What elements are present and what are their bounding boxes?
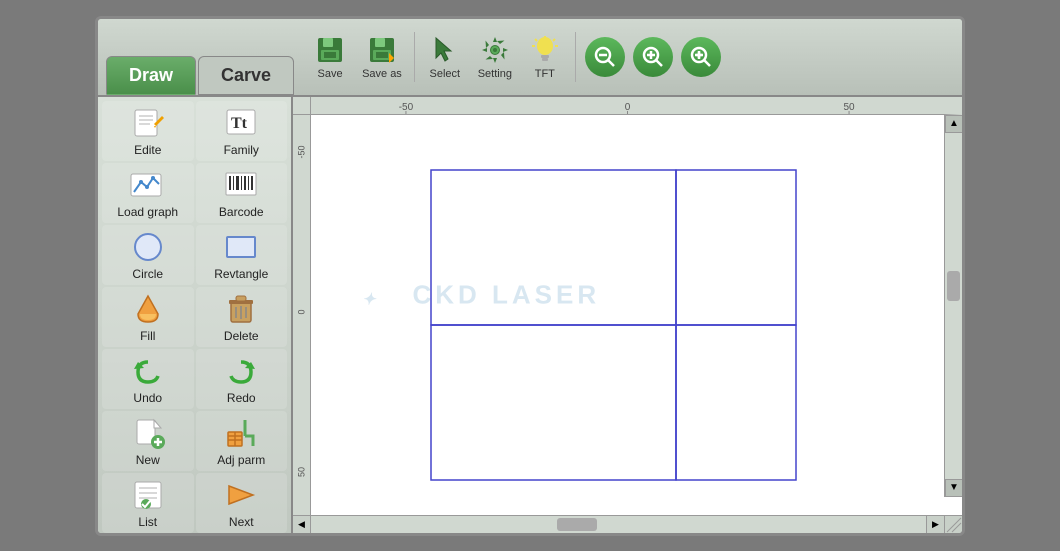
scrollbar-horizontal[interactable] bbox=[311, 515, 926, 533]
setting-label: Setting bbox=[478, 68, 512, 80]
tft-label: TFT bbox=[535, 68, 555, 80]
sidebar-item-list[interactable]: List bbox=[102, 473, 194, 533]
redo-label: Redo bbox=[227, 391, 256, 405]
setting-button[interactable]: Setting bbox=[471, 30, 519, 84]
sidebar-item-fill[interactable]: Fill bbox=[102, 287, 194, 347]
sidebar-item-revtangle[interactable]: Revtangle bbox=[196, 225, 288, 285]
fill-icon bbox=[128, 291, 168, 327]
family-label: Family bbox=[224, 143, 259, 157]
sidebar-item-new[interactable]: New bbox=[102, 411, 194, 471]
save-label: Save bbox=[318, 68, 343, 80]
save-as-label: Save as bbox=[362, 68, 402, 80]
zoom-in-button[interactable] bbox=[681, 37, 721, 77]
revtangle-label: Revtangle bbox=[214, 267, 268, 281]
select-button[interactable]: Select bbox=[421, 30, 469, 84]
zoom-out-button[interactable] bbox=[585, 37, 625, 77]
sidebar-row-6: List Next bbox=[102, 473, 287, 533]
scroll-up-arrow[interactable]: ▲ bbox=[945, 115, 962, 133]
app-window: Draw Carve Save bbox=[95, 16, 965, 536]
adj-parm-label: Adj parm bbox=[217, 453, 265, 467]
tab-draw[interactable]: Draw bbox=[106, 56, 196, 95]
edite-icon bbox=[128, 105, 168, 141]
zoom-fit-button[interactable] bbox=[633, 37, 673, 77]
sidebar-item-delete[interactable]: Delete bbox=[196, 287, 288, 347]
toolbar: Draw Carve Save bbox=[98, 19, 962, 97]
ruler-top: -50 0 50 bbox=[311, 97, 962, 115]
scroll-thumb-vertical[interactable] bbox=[947, 271, 960, 301]
sidebar-item-redo[interactable]: Redo bbox=[196, 349, 288, 409]
save-icon bbox=[314, 34, 346, 66]
scroll-track-vertical bbox=[945, 133, 962, 479]
tft-button[interactable]: TFT bbox=[521, 30, 569, 84]
divider-2 bbox=[575, 32, 576, 82]
drawing-canvas[interactable]: ✦ CKD LASER bbox=[311, 115, 962, 515]
corner-resize bbox=[944, 515, 962, 533]
sidebar-row-1: Load graph bbox=[102, 163, 287, 223]
gear-icon bbox=[479, 34, 511, 66]
undo-label: Undo bbox=[133, 391, 162, 405]
scroll-left-arrow[interactable]: ◀ bbox=[293, 515, 311, 533]
sidebar: Edite Tt Family bbox=[98, 97, 293, 533]
zoom-in-icon bbox=[690, 46, 712, 68]
new-icon bbox=[128, 415, 168, 451]
sidebar-item-barcode[interactable]: Barcode bbox=[196, 163, 288, 223]
next-icon bbox=[221, 477, 261, 513]
circle-icon bbox=[128, 229, 168, 265]
delete-icon bbox=[221, 291, 261, 327]
ruler-left: -50 0 50 bbox=[293, 115, 311, 515]
scroll-right-arrow[interactable]: ▶ bbox=[926, 515, 944, 533]
barcode-label: Barcode bbox=[219, 205, 264, 219]
next-label: Next bbox=[229, 515, 254, 529]
new-label: New bbox=[136, 453, 160, 467]
select-icon bbox=[429, 34, 461, 66]
sidebar-item-adj-parm[interactable]: Adj parm bbox=[196, 411, 288, 471]
scrollbar-vertical[interactable]: ▲ ▼ bbox=[944, 115, 962, 497]
bulb-icon bbox=[529, 34, 561, 66]
drawing-svg bbox=[311, 115, 962, 515]
adj-parm-icon bbox=[221, 415, 261, 451]
list-icon bbox=[128, 477, 168, 513]
revtangle-icon bbox=[221, 229, 261, 265]
save-button[interactable]: Save bbox=[306, 30, 354, 84]
sidebar-row-5: New Adj parm bbox=[102, 411, 287, 471]
zoom-fit-icon bbox=[642, 46, 664, 68]
sidebar-row-4: Undo Redo bbox=[102, 349, 287, 409]
sidebar-row-3: Fill Delete bbox=[102, 287, 287, 347]
sidebar-row-2: Circle Revtangle bbox=[102, 225, 287, 285]
save-as-icon bbox=[366, 34, 398, 66]
sidebar-item-load-graph[interactable]: Load graph bbox=[102, 163, 194, 223]
tab-group: Draw Carve bbox=[98, 19, 300, 95]
load-graph-label: Load graph bbox=[117, 205, 178, 219]
barcode-icon bbox=[221, 167, 261, 203]
select-label: Select bbox=[430, 68, 461, 80]
sidebar-item-edite[interactable]: Edite bbox=[102, 101, 194, 161]
scroll-thumb-horizontal[interactable] bbox=[557, 518, 597, 531]
delete-label: Delete bbox=[224, 329, 259, 343]
sidebar-item-circle[interactable]: Circle bbox=[102, 225, 194, 285]
undo-icon bbox=[128, 353, 168, 389]
main-content: Edite Tt Family bbox=[98, 97, 962, 533]
save-as-button[interactable]: Save as bbox=[356, 30, 408, 84]
family-icon: Tt bbox=[221, 105, 261, 141]
zoom-out-icon bbox=[594, 46, 616, 68]
divider-1 bbox=[414, 32, 415, 82]
fill-label: Fill bbox=[140, 329, 155, 343]
canvas-area: -50 0 50 -50 bbox=[293, 97, 962, 533]
edite-label: Edite bbox=[134, 143, 161, 157]
redo-icon bbox=[221, 353, 261, 389]
sidebar-item-undo[interactable]: Undo bbox=[102, 349, 194, 409]
sidebar-row-0: Edite Tt Family bbox=[102, 101, 287, 161]
sidebar-item-family[interactable]: Tt Family bbox=[196, 101, 288, 161]
svg-text:Tt: Tt bbox=[231, 115, 248, 132]
circle-label: Circle bbox=[132, 267, 163, 281]
scroll-down-arrow[interactable]: ▼ bbox=[945, 479, 962, 497]
tab-carve[interactable]: Carve bbox=[198, 56, 294, 95]
sidebar-item-next[interactable]: Next bbox=[196, 473, 288, 533]
list-label: List bbox=[138, 515, 157, 529]
toolbar-icons: Save Save as bbox=[300, 19, 730, 95]
load-graph-icon bbox=[128, 167, 168, 203]
